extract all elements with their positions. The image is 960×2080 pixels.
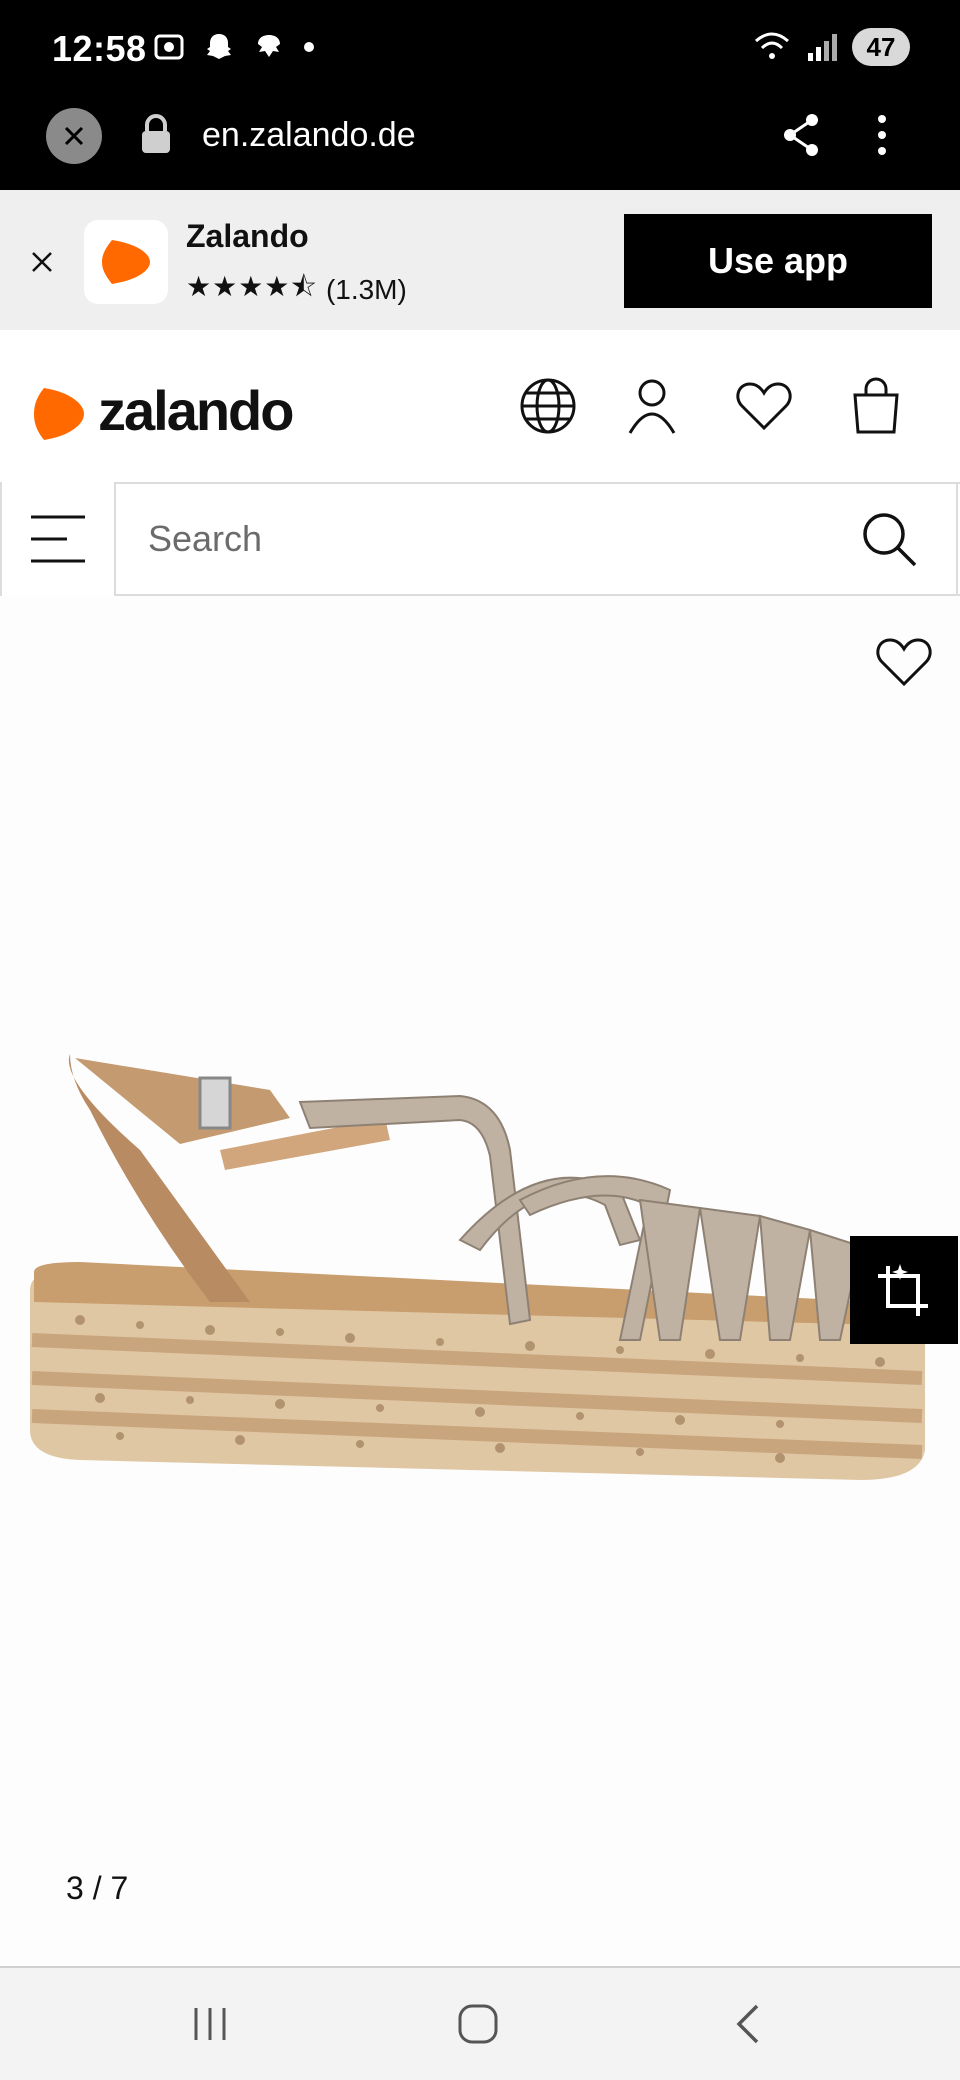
share-icon	[784, 114, 818, 156]
app-logo	[84, 220, 168, 304]
screenshot-icon	[154, 34, 184, 60]
app-name: Zalando	[186, 218, 309, 254]
zalando-logo-icon[interactable]	[32, 384, 88, 449]
more-vert-icon	[878, 115, 886, 155]
cart-button[interactable]	[846, 376, 906, 436]
account-button[interactable]	[622, 376, 682, 436]
hamburger-icon	[31, 515, 85, 563]
home-icon	[458, 2004, 498, 2044]
back-icon	[736, 2004, 759, 2044]
rating-stars: ★★★★⯪	[186, 271, 318, 302]
user-icon	[628, 379, 676, 434]
crop-sparkle-icon	[878, 1264, 928, 1316]
browser-menu-button[interactable]	[872, 112, 892, 163]
dismiss-banner-button[interactable]	[24, 244, 60, 280]
heart-icon	[876, 638, 932, 687]
gallery-pager: 3 / 7	[66, 1870, 129, 1906]
bag-icon	[853, 377, 899, 434]
app-notification-icon	[258, 35, 280, 57]
search-icon	[863, 513, 917, 567]
notification-icons	[152, 30, 316, 64]
snapchat-icon	[207, 34, 231, 59]
close-icon	[64, 126, 84, 146]
lock-icon	[138, 113, 174, 162]
use-app-button[interactable]: Use app	[624, 214, 932, 308]
signal-icon	[808, 34, 837, 61]
close-tab-button[interactable]	[46, 108, 102, 164]
wishlist-button[interactable]	[734, 376, 794, 436]
menu-button[interactable]	[0, 482, 116, 596]
zalando-logo-icon	[102, 240, 150, 284]
virtual-try-on-button[interactable]	[850, 1236, 958, 1344]
add-to-wishlist-button[interactable]	[868, 626, 940, 698]
globe-icon	[520, 378, 576, 434]
back-button[interactable]	[718, 1996, 778, 2052]
url-address[interactable]: en.zalando.de	[202, 116, 416, 155]
battery-indicator: 47	[852, 28, 910, 66]
search-input[interactable]	[118, 484, 958, 594]
recent-apps-button[interactable]	[180, 1996, 240, 2052]
close-icon	[32, 252, 52, 272]
language-button[interactable]	[518, 376, 578, 436]
logo-text[interactable]: zalando	[98, 378, 294, 443]
heart-icon	[736, 382, 792, 431]
home-button[interactable]	[448, 1996, 508, 2052]
recents-icon	[194, 2008, 226, 2040]
dot-icon	[304, 42, 314, 52]
status-time: 12:58	[52, 28, 147, 69]
wifi-icon	[755, 32, 789, 59]
rating-count: (1.3M)	[325, 274, 407, 305]
share-button[interactable]	[780, 112, 822, 163]
app-rating: ★★★★⯪ (1.3M)	[186, 266, 407, 314]
system-status: 47	[752, 28, 910, 66]
search-button[interactable]	[856, 506, 922, 572]
status-bar: 12:58 47	[0, 0, 960, 100]
product-image[interactable]	[20, 1040, 940, 1505]
